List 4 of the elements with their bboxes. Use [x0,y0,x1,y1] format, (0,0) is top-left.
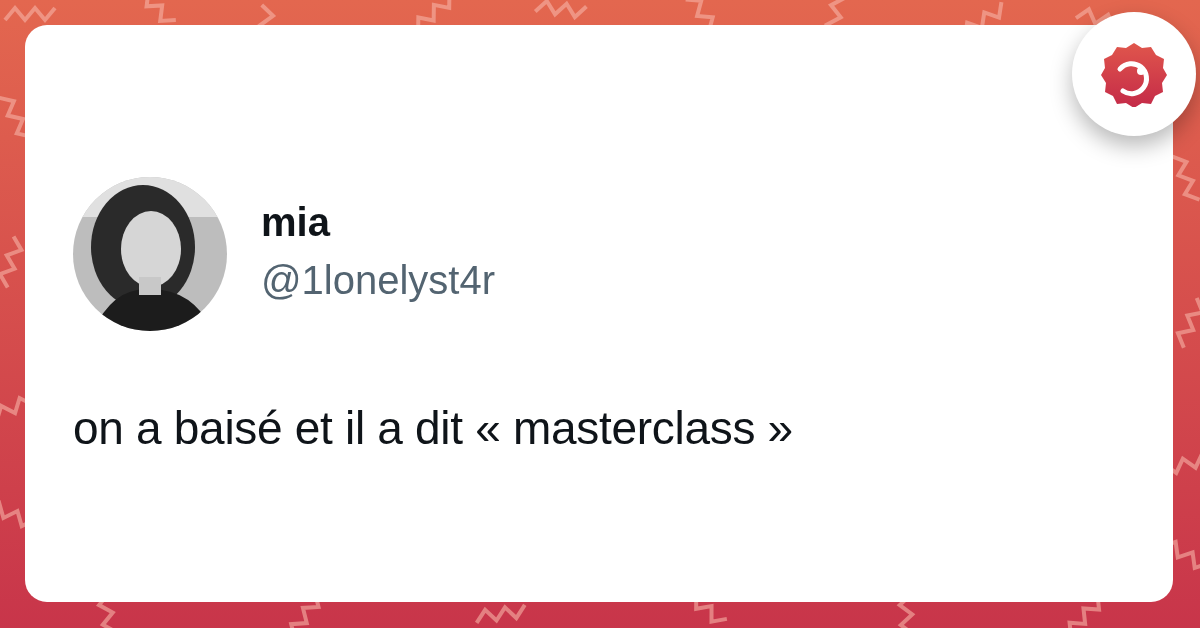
user-handle: @1lonelyst4r [261,258,496,302]
logo-icon [1101,41,1167,107]
tweet-text: on a baisé et il a dit « masterclass » [73,403,794,454]
user-name: mia [261,200,332,244]
